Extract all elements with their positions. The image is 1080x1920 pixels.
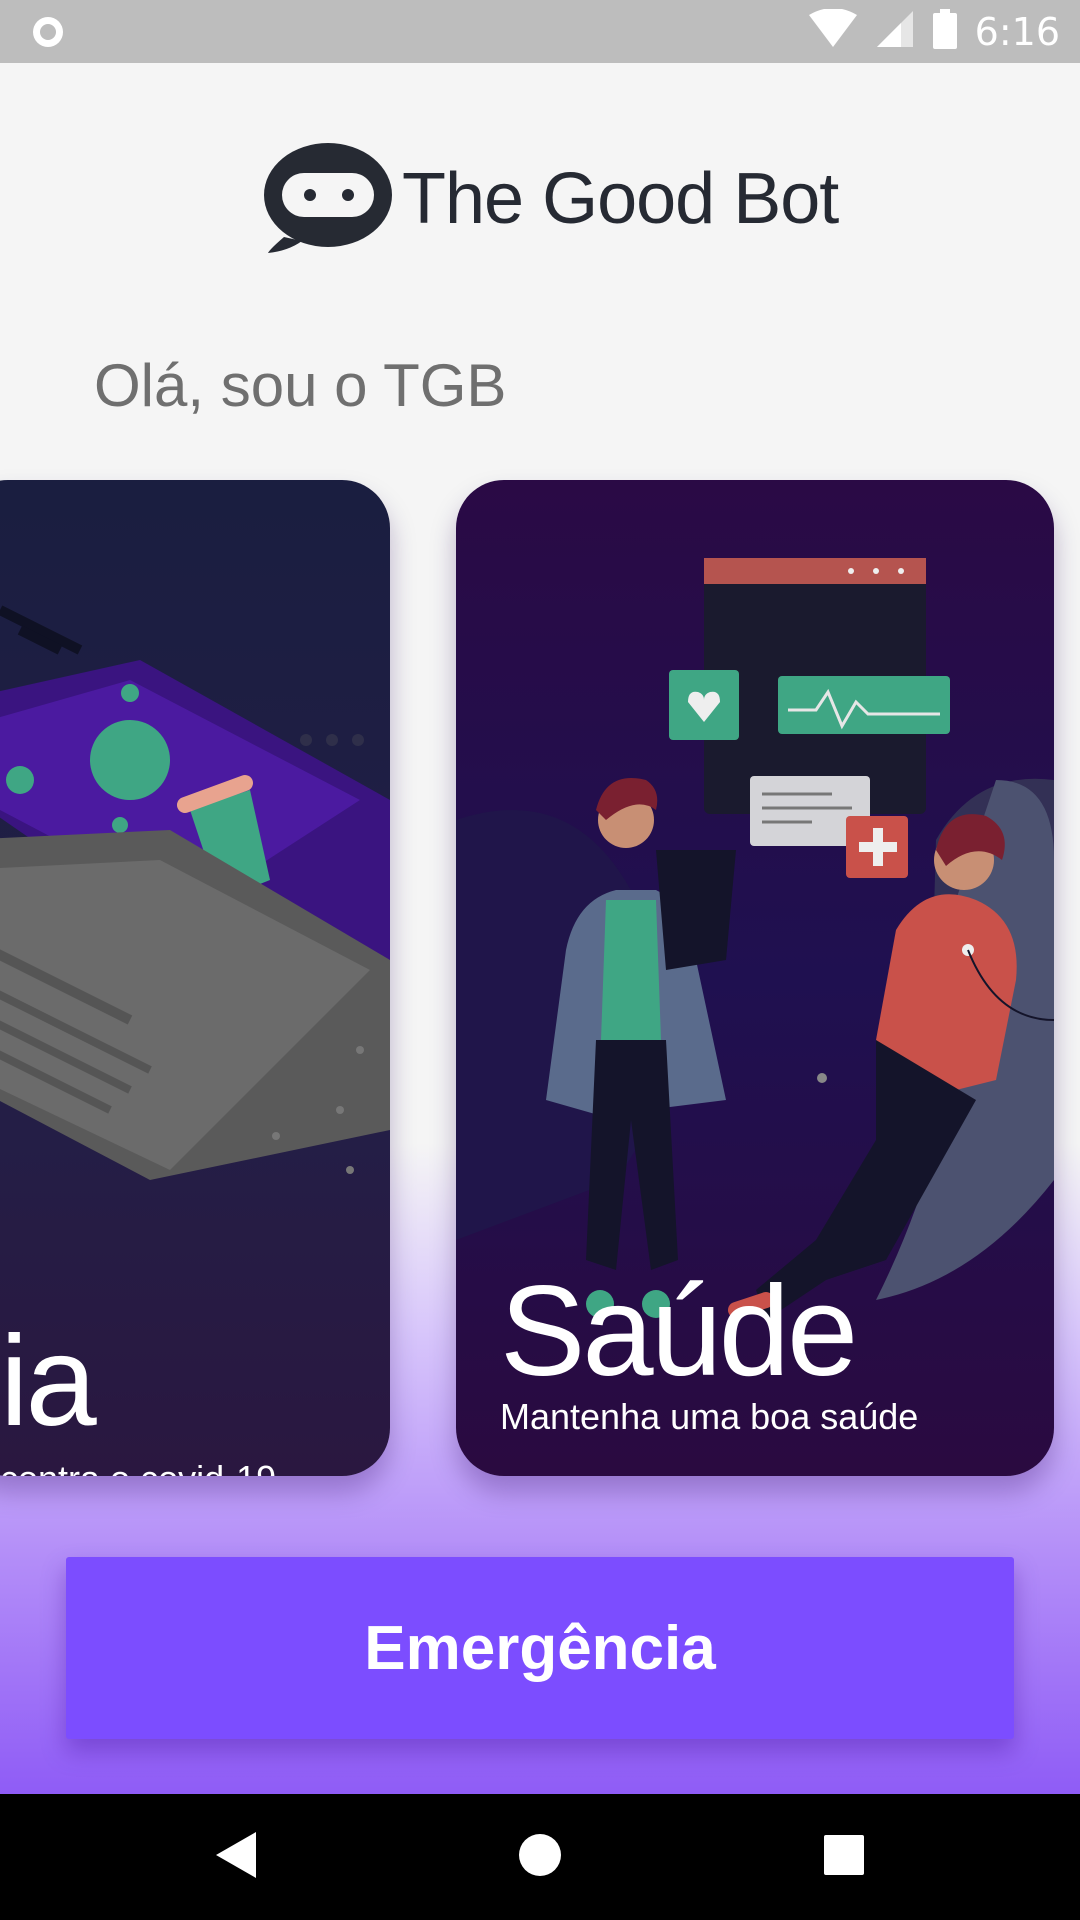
- back-icon: [214, 1830, 258, 1885]
- recents-icon: [824, 1834, 864, 1880]
- emergency-button[interactable]: Emergência: [66, 1557, 1014, 1739]
- home-screen: The Good Bot Olá, sou o TGB ia Saúde Man…: [0, 63, 1080, 1794]
- card-title: Saúde: [500, 1260, 858, 1403]
- status-time: 6:16: [974, 9, 1060, 54]
- card-pandemia[interactable]: ia contra o covid-19: [0, 480, 390, 1476]
- card-subtitle: contra o covid-19: [0, 1458, 276, 1476]
- app-name: The Good Bot: [402, 158, 839, 239]
- battery-icon: [932, 9, 957, 54]
- home-icon: [518, 1833, 562, 1882]
- home-button[interactable]: [480, 1794, 600, 1920]
- navigation-bar: [0, 1794, 1080, 1920]
- card-title: ia: [0, 1310, 97, 1453]
- greeting-text: Olá, sou o TGB: [94, 352, 507, 419]
- app-logo: The Good Bot: [262, 137, 839, 260]
- notification-icon: [30, 14, 66, 55]
- back-button[interactable]: [176, 1794, 296, 1920]
- signal-icon: [875, 9, 915, 54]
- recents-button[interactable]: [784, 1794, 904, 1920]
- wifi-icon: [808, 8, 857, 54]
- chat-bot-icon: [262, 137, 394, 260]
- card-saude[interactable]: Saúde Mantenha uma boa saúde: [456, 480, 1054, 1476]
- card-subtitle: Mantenha uma boa saúde: [500, 1396, 919, 1437]
- status-bar: 6:16: [0, 0, 1080, 63]
